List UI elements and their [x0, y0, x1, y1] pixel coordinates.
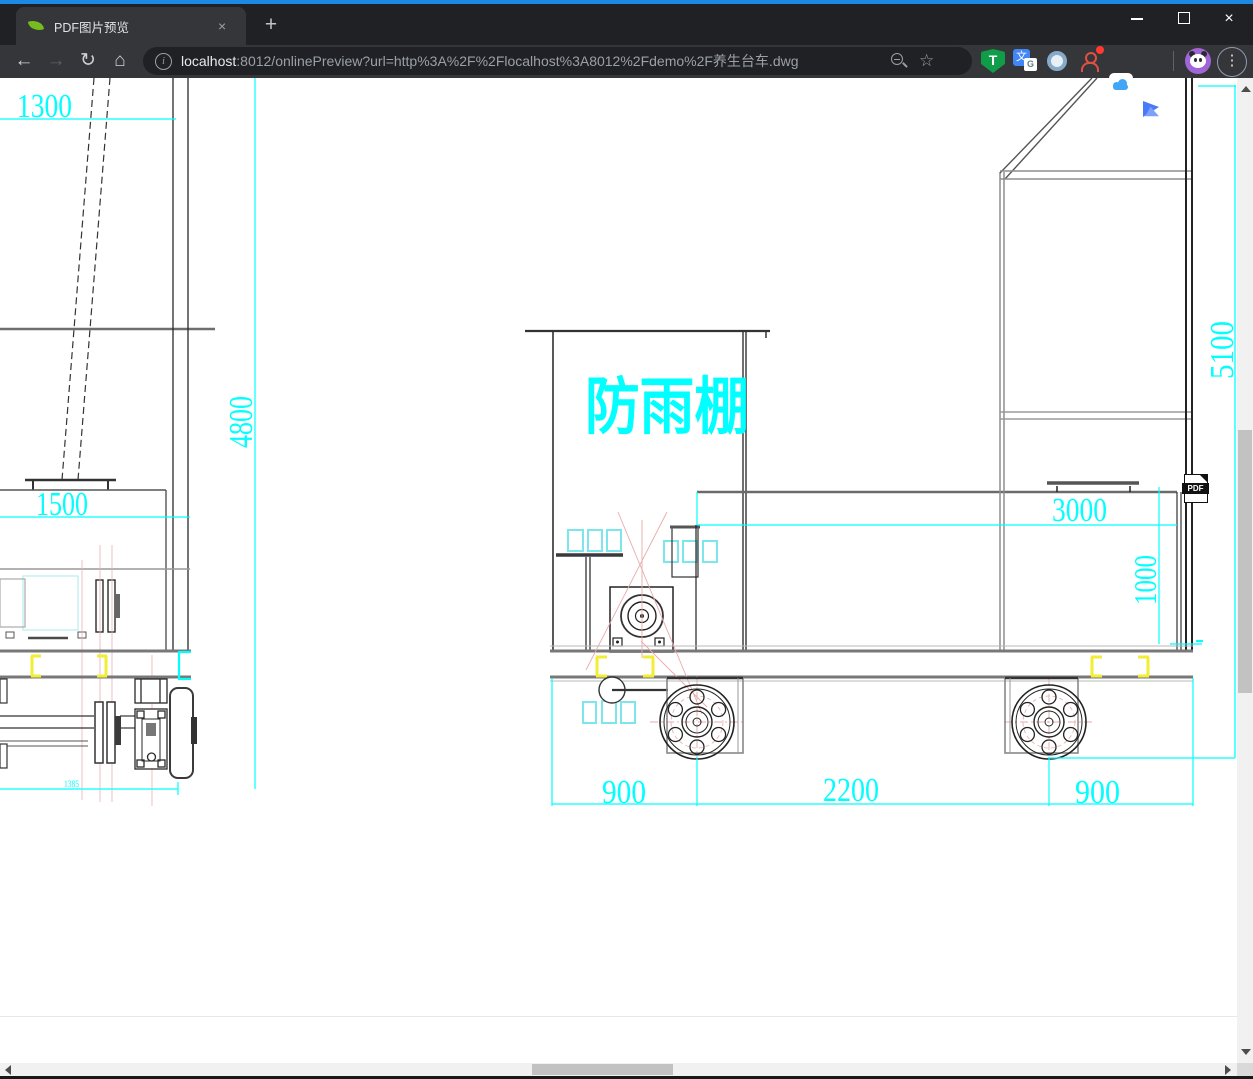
zoom-out-icon[interactable] [889, 51, 909, 71]
notification-badge [1096, 46, 1104, 54]
side-view: 防雨棚 3000 1000 900 2200 900 5100 [525, 78, 1237, 811]
bearing-block [134, 678, 168, 770]
wheel-side-view [169, 687, 197, 779]
dim-1500: 1500 [36, 486, 88, 523]
browser-tab[interactable]: PDF图片预览 × [16, 7, 246, 45]
dim-1385: 1385 [64, 779, 79, 789]
cad-drawing: 1300 1500 4800 1385 防雨棚 3000 1000 900 22… [0, 78, 1237, 811]
scroll-up-arrow-icon[interactable] [1241, 86, 1251, 92]
rail-end-bracket [177, 650, 191, 681]
url-text[interactable]: localhost:8012/onlinePreview?url=http%3A… [181, 51, 881, 71]
extension-contact-icon[interactable] [1077, 46, 1104, 73]
left-view-dimensions [0, 78, 256, 795]
browser-menu-button[interactable]: ⋮ [1217, 47, 1247, 77]
window-maximize-button[interactable] [1169, 8, 1199, 28]
vertical-scrollbar-thumb[interactable] [1238, 430, 1252, 693]
dim-3000: 3000 [1052, 492, 1107, 529]
scrollbar-corner [1237, 1063, 1253, 1076]
pdf-download-button[interactable]: PDF [1182, 474, 1209, 503]
pdf-fold-corner-icon [1199, 474, 1208, 483]
bookmark-star-icon[interactable]: ☆ [919, 51, 934, 71]
extension-translate-icon[interactable]: 文 G [1013, 49, 1037, 73]
spring-leaf-favicon-icon [27, 18, 45, 33]
dim-900-front: 900 [602, 774, 646, 811]
scroll-left-arrow-icon[interactable] [5, 1065, 11, 1075]
extension-cloud-icon[interactable] [1109, 73, 1133, 97]
horizontal-scrollbar-thumb[interactable] [532, 1064, 673, 1075]
window-close-button[interactable]: × [1214, 8, 1244, 28]
home-button[interactable]: ⌂ [106, 47, 134, 75]
dim-900-rear: 900 [1075, 774, 1120, 811]
rail-clamps-left-view [30, 654, 108, 678]
url-host: localhost [181, 53, 237, 69]
forward-button[interactable]: → [42, 47, 70, 75]
window-minimize-button[interactable] [1122, 8, 1152, 28]
address-bar[interactable]: i localhost:8012/onlinePreview?url=http%… [143, 47, 972, 75]
tab-title: PDF图片预览 [54, 20, 130, 35]
back-button[interactable]: ← [10, 47, 38, 75]
dim-5100: 5100 [1204, 321, 1237, 379]
new-tab-button[interactable]: + [258, 12, 284, 38]
scroll-right-arrow-icon[interactable] [1225, 1065, 1231, 1075]
tab-close-icon[interactable]: × [218, 18, 226, 34]
extension-sphere-icon[interactable] [1045, 49, 1069, 73]
motor [609, 586, 674, 653]
browser-window: 1300 1500 4800 1385 防雨棚 3000 1000 900 22… [0, 0, 1253, 1079]
dim-4800: 4800 [223, 396, 260, 448]
pdf-badge-label: PDF [1182, 483, 1209, 494]
page-info-icon[interactable]: i [155, 52, 172, 70]
wheel-rear [1004, 676, 1087, 760]
dim-1300: 1300 [17, 88, 72, 125]
extension-kite-icon[interactable] [1141, 97, 1165, 123]
shelter-label: 防雨棚 [585, 373, 749, 442]
side-view-dimensions [551, 85, 1236, 806]
dim-2200: 2200 [823, 772, 879, 809]
reload-button[interactable]: ↻ [74, 47, 102, 75]
dim-1000: 1000 [1127, 555, 1163, 605]
scroll-down-arrow-icon[interactable] [1241, 1049, 1251, 1055]
profile-avatar[interactable] [1185, 48, 1211, 74]
drawing-canvas: 1300 1500 4800 1385 防雨棚 3000 1000 900 22… [0, 78, 1237, 1063]
left-view: 1300 1500 4800 1385 [0, 78, 260, 806]
tall-frame [999, 78, 1193, 652]
wheel-front [659, 676, 744, 760]
rail-clamps-side-view [595, 655, 1150, 678]
toolbar-separator [1173, 51, 1174, 71]
page-bottom-border [0, 1016, 1237, 1017]
url-path: :8012/onlinePreview?url=http%3A%2F%2Floc… [236, 53, 799, 69]
axle-assembly [0, 678, 136, 769]
